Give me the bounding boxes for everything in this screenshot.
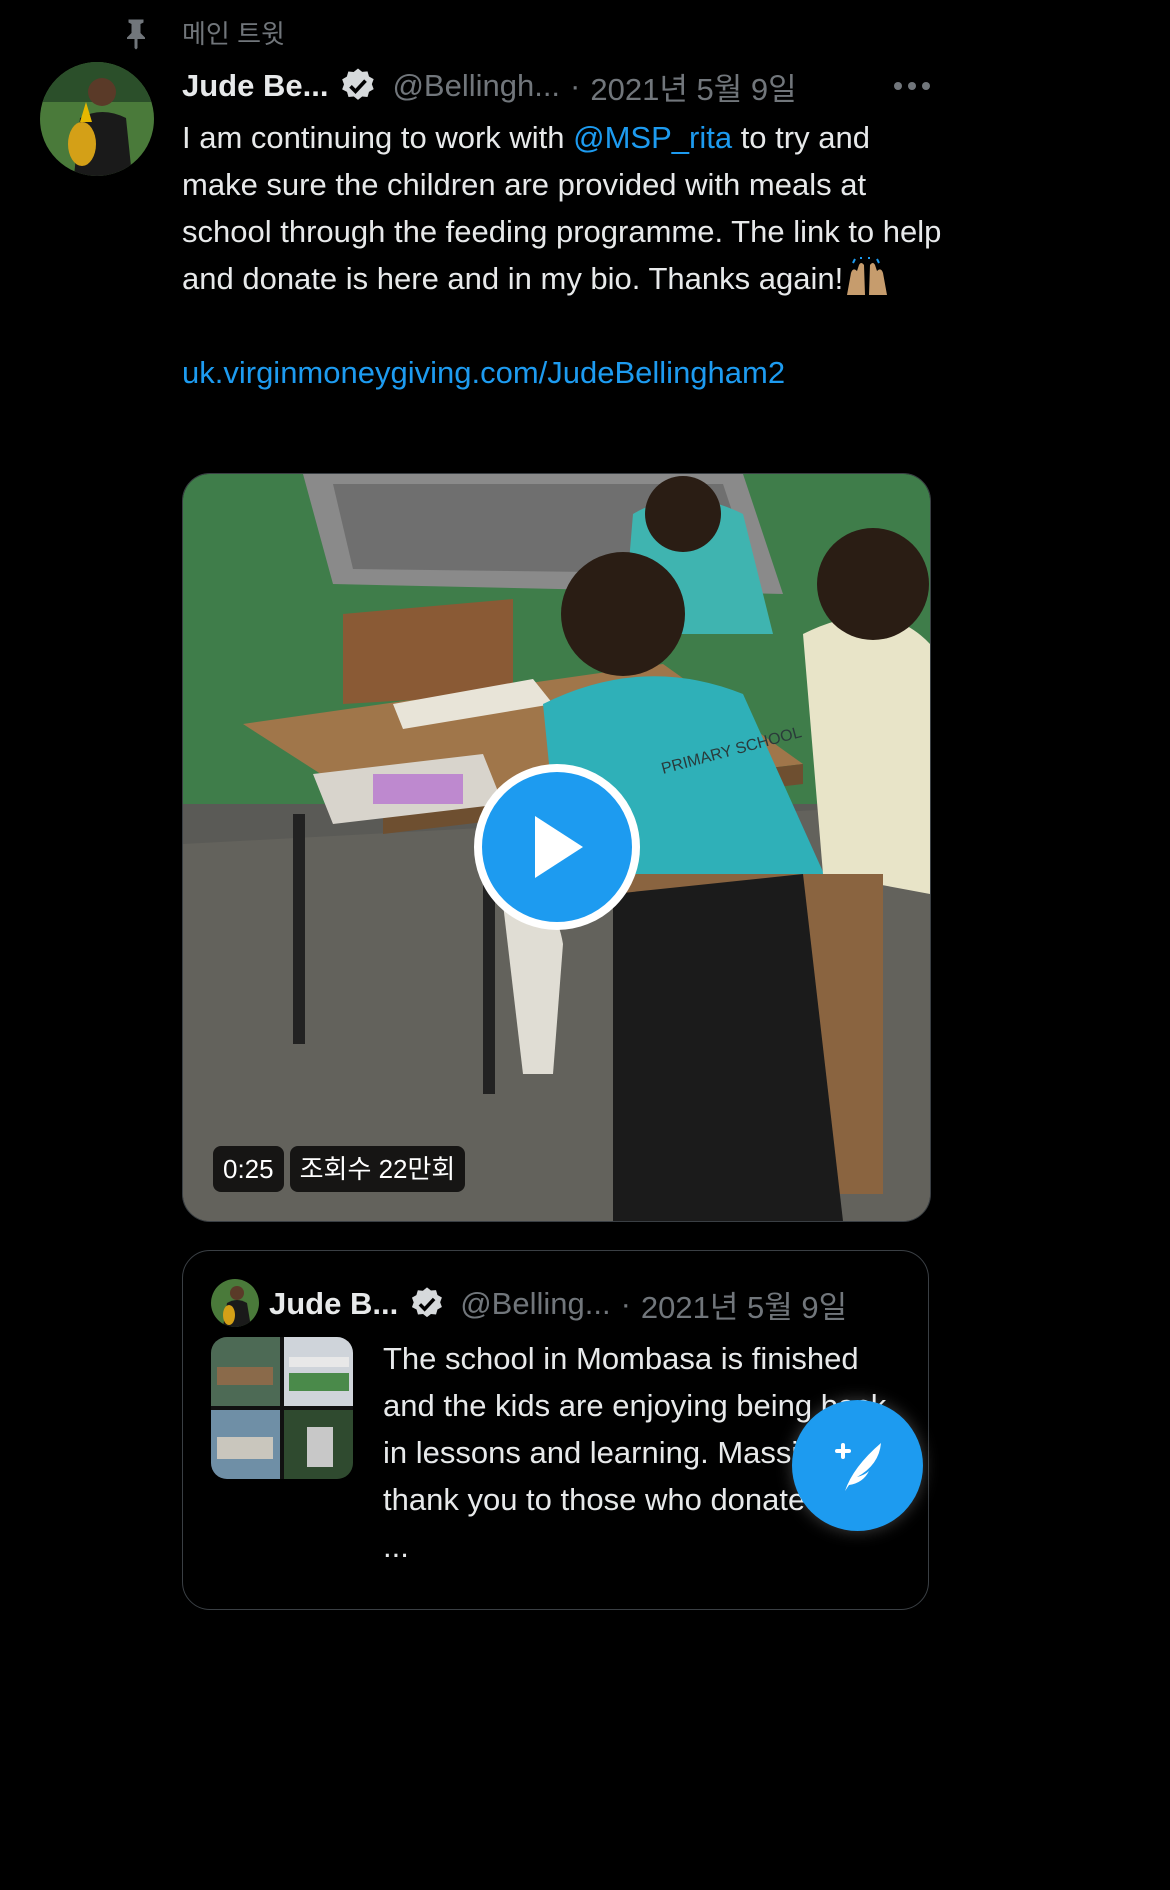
play-button[interactable]	[474, 764, 640, 930]
tweet-date[interactable]: 2021년 5월 9일	[590, 64, 796, 109]
tweet-header: Jude Be... @Bellingh... · 2021년 5월 9일	[182, 62, 942, 110]
separator-dot: ·	[570, 68, 581, 103]
raising-hands-icon	[847, 257, 888, 295]
avatar[interactable]	[40, 62, 154, 176]
separator-dot: ·	[620, 1286, 631, 1321]
quoted-media-thumbnail[interactable]	[211, 1337, 353, 1479]
quoted-handle[interactable]: @Belling...	[460, 1286, 610, 1322]
video-meta: 0:25 조회수 22만회	[213, 1146, 466, 1192]
mention-link[interactable]: @MSP_rita	[573, 120, 732, 155]
pin-icon	[127, 19, 145, 49]
quoted-date[interactable]: 2021년 5월 9일	[641, 1282, 847, 1327]
view-count: 조회수 22만회	[289, 1146, 466, 1192]
donation-link[interactable]: uk.virginmoneygiving.com/JudeBellingham2	[182, 355, 785, 390]
video-duration: 0:25	[213, 1146, 284, 1192]
quoted-avatar[interactable]	[211, 1279, 259, 1327]
author-handle[interactable]: @Bellingh...	[392, 68, 560, 104]
author-name[interactable]: Jude Be...	[182, 68, 328, 104]
quoted-author-name[interactable]: Jude B...	[269, 1286, 398, 1322]
tweet-text-part: I am continuing to work with	[182, 120, 574, 155]
compose-feather-icon	[834, 1442, 881, 1491]
more-options-icon[interactable]	[890, 72, 934, 100]
pinned-label: 메인 트윗	[182, 19, 285, 49]
quoted-header: Jude B... @Belling... · 2021년 5월 9일	[269, 1281, 909, 1327]
tweet-text: I am continuing to work with @MSP_rita t…	[182, 114, 942, 302]
verified-badge-icon	[412, 1287, 443, 1318]
play-icon	[535, 816, 583, 878]
pinned-indicator: 메인 트윗	[118, 14, 285, 51]
verified-badge-icon	[342, 68, 375, 100]
url-paragraph: uk.virginmoneygiving.com/JudeBellingham2	[182, 349, 942, 396]
tweet-body: I am continuing to work with @MSP_rita t…	[182, 114, 942, 396]
video-player[interactable]: PRIMARY SCHOOL 0:25 조회수 22만회	[182, 473, 931, 1222]
compose-tweet-button[interactable]	[792, 1400, 923, 1531]
